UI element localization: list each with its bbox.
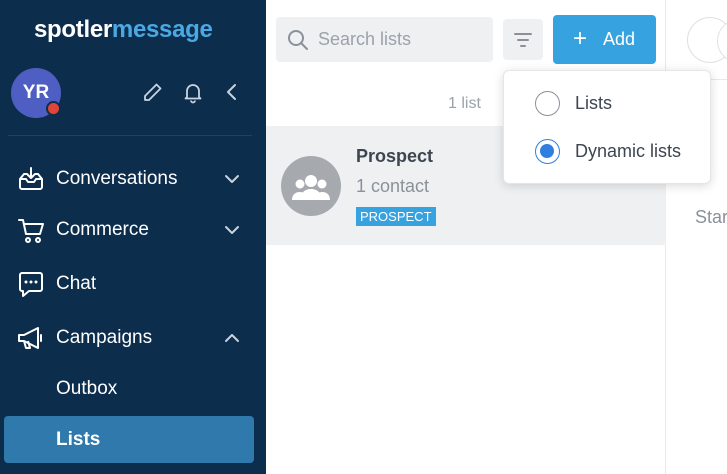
filter-button[interactable] xyxy=(503,19,543,60)
sidebar: spotlermessage YR Conversations Commerce… xyxy=(0,0,266,474)
nav-subitem-lists[interactable]: Lists xyxy=(56,429,100,451)
collapse-chevron-icon[interactable] xyxy=(220,80,244,104)
status-dot xyxy=(46,101,61,116)
add-dropdown-menu: Lists Dynamic lists xyxy=(503,70,711,184)
chevron-up-icon[interactable] xyxy=(222,328,242,348)
nav-item-conversations[interactable]: Conversations xyxy=(0,157,266,201)
search-icon xyxy=(288,30,308,50)
nav-subitem-outbox[interactable]: Outbox xyxy=(56,378,117,400)
list-count: 1 list xyxy=(448,95,481,112)
filter-icon xyxy=(514,33,532,47)
search-placeholder: Search lists xyxy=(318,29,412,49)
list-tag-badge: PROSPECT xyxy=(356,207,436,226)
chat-bubble-icon xyxy=(19,272,43,297)
nav-item-campaigns[interactable]: Campaigns xyxy=(0,316,266,360)
nav-label-conversations: Conversations xyxy=(56,168,178,189)
cart-icon xyxy=(18,219,44,243)
detail-partial-text: Star xyxy=(695,207,727,227)
plus-icon: + xyxy=(573,25,588,52)
pencil-icon[interactable] xyxy=(141,80,165,104)
option-dynamic-lists[interactable]: Dynamic lists xyxy=(504,130,712,174)
avatar-initials: YR xyxy=(22,82,50,103)
logo-text-part1: spotler xyxy=(34,16,112,43)
nav-label-chat: Chat xyxy=(56,273,97,294)
inbox-icon xyxy=(19,167,43,190)
megaphone-icon xyxy=(18,327,42,349)
nav-subitem-lists-active[interactable] xyxy=(4,416,254,463)
nav-label-commerce: Commerce xyxy=(56,219,149,240)
option-dynamic-lists-label: Dynamic lists xyxy=(575,141,682,161)
nav-item-commerce[interactable]: Commerce xyxy=(0,208,266,252)
option-lists[interactable]: Lists xyxy=(504,82,712,126)
list-title: Prospect xyxy=(356,146,434,166)
sidebar-divider xyxy=(8,135,252,136)
radio-dynamic-lists[interactable] xyxy=(535,139,560,164)
group-avatar-icon xyxy=(281,156,341,216)
bell-icon[interactable] xyxy=(181,80,205,104)
nav-item-chat[interactable]: Chat xyxy=(0,262,266,306)
chevron-down-icon[interactable] xyxy=(222,220,242,240)
chevron-down-icon[interactable] xyxy=(222,169,242,189)
search-input[interactable]: Search lists xyxy=(276,17,493,62)
option-lists-label: Lists xyxy=(575,93,613,113)
nav-label-campaigns: Campaigns xyxy=(56,327,153,348)
add-button-label: Add xyxy=(603,29,636,49)
radio-lists[interactable] xyxy=(535,91,560,116)
logo-text-part2: message xyxy=(111,16,213,43)
add-button[interactable]: + Add xyxy=(553,15,656,64)
app-logo[interactable]: spotlermessage xyxy=(34,16,213,44)
list-contact-count: 1 contact xyxy=(356,176,430,196)
